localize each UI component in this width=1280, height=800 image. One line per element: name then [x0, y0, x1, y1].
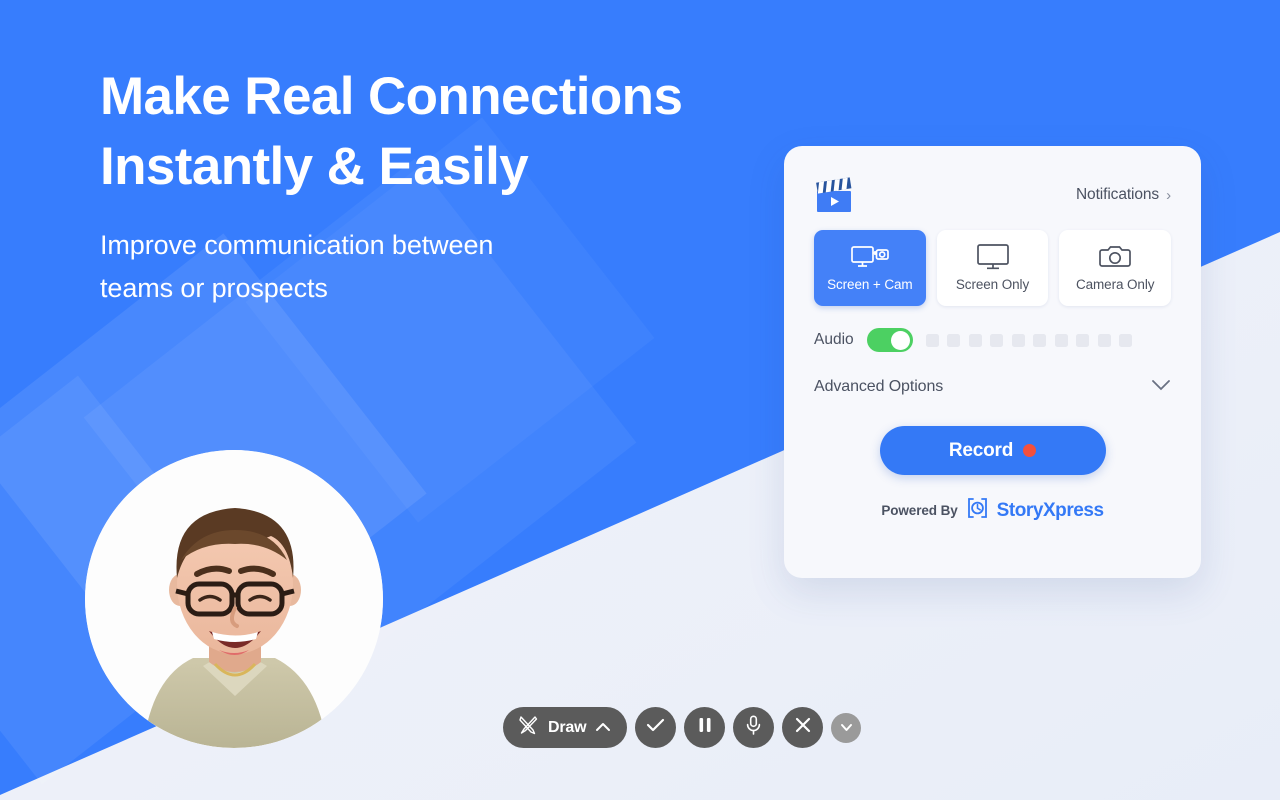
- heading-line-2: Instantly & Easily: [100, 136, 529, 196]
- monitor-icon: [976, 244, 1009, 270]
- mode-label: Screen Only: [955, 277, 1030, 292]
- storyxpress-logo-icon: [966, 497, 989, 524]
- notifications-link[interactable]: Notifications ›: [1076, 186, 1171, 204]
- meter-segment: [925, 333, 939, 347]
- recording-toolbar: Draw: [503, 707, 862, 748]
- close-icon: [795, 717, 811, 738]
- finish-button[interactable]: [635, 707, 677, 748]
- meter-segment: [1033, 333, 1047, 347]
- notifications-label: Notifications: [1075, 186, 1160, 203]
- clapperboard-icon: [814, 175, 856, 215]
- mode-screen-plus-cam[interactable]: Screen + Cam: [814, 230, 926, 306]
- subheading-line-1: Improve communication between: [100, 229, 494, 260]
- meter-segment: [1119, 333, 1133, 347]
- advanced-options-label: Advanced Options: [814, 378, 944, 395]
- audio-row: Audio: [814, 328, 1171, 352]
- check-icon: [646, 718, 665, 738]
- audio-toggle[interactable]: [866, 328, 913, 352]
- meter-segment: [1076, 333, 1090, 347]
- page-title: Make Real Connections Instantly & Easily: [100, 62, 800, 202]
- crossed-pens-icon: [517, 714, 539, 741]
- meter-segment: [990, 333, 1004, 347]
- recorder-card: Notifications › Screen + Cam Screen Only…: [784, 146, 1201, 578]
- record-dot-icon: [1023, 444, 1037, 457]
- microphone-icon: [746, 714, 761, 741]
- page-subtitle: Improve communication between teams or p…: [100, 224, 800, 310]
- microphone-button[interactable]: [733, 707, 775, 748]
- meter-segment: [947, 333, 961, 347]
- capture-mode-group: Screen + Cam Screen Only Camera Only: [814, 230, 1172, 306]
- hero-copy: Make Real Connections Instantly & Easily…: [100, 62, 800, 310]
- pause-button[interactable]: [684, 707, 726, 748]
- mode-label: Screen + Cam: [827, 277, 913, 292]
- subheading-line-2: teams or prospects: [100, 273, 328, 304]
- cancel-button[interactable]: [782, 707, 824, 748]
- heading-line-1: Make Real Connections: [100, 67, 683, 126]
- record-button[interactable]: Record: [879, 426, 1106, 475]
- person-illustration: [85, 450, 383, 748]
- meter-segment: [1011, 333, 1025, 347]
- draw-button-label: Draw: [548, 718, 587, 736]
- chevron-up-icon: [595, 719, 611, 737]
- powered-by-label: Powered By: [881, 503, 958, 518]
- chevron-down-icon: [840, 719, 853, 737]
- meter-segment: [1054, 333, 1068, 347]
- card-header: Notifications ›: [814, 172, 1171, 218]
- mode-label: Camera Only: [1075, 277, 1155, 292]
- chevron-right-icon: ›: [1166, 186, 1171, 204]
- audio-level-meter: [925, 333, 1133, 347]
- page-root: Make Real Connections Instantly & Easily…: [0, 0, 1280, 800]
- audio-label: Audio: [814, 331, 854, 348]
- brand-name: StoryXpress: [996, 499, 1104, 521]
- monitor-plus-camera-icon: [850, 244, 889, 270]
- advanced-options-row[interactable]: Advanced Options: [814, 378, 1171, 396]
- draw-button[interactable]: Draw: [503, 707, 628, 748]
- meter-segment: [968, 333, 982, 347]
- camera-icon: [1099, 244, 1132, 270]
- mode-camera-only[interactable]: Camera Only: [1059, 230, 1172, 306]
- avatar: [85, 450, 383, 748]
- meter-segment: [1097, 333, 1111, 347]
- toggle-knob: [891, 330, 911, 350]
- mode-screen-only[interactable]: Screen Only: [936, 230, 1049, 306]
- chevron-down-icon: [1151, 378, 1171, 396]
- record-button-label: Record: [948, 439, 1014, 461]
- pause-icon: [698, 717, 712, 738]
- powered-by: Powered By StoryXpress: [814, 497, 1171, 524]
- collapse-button[interactable]: [831, 712, 862, 743]
